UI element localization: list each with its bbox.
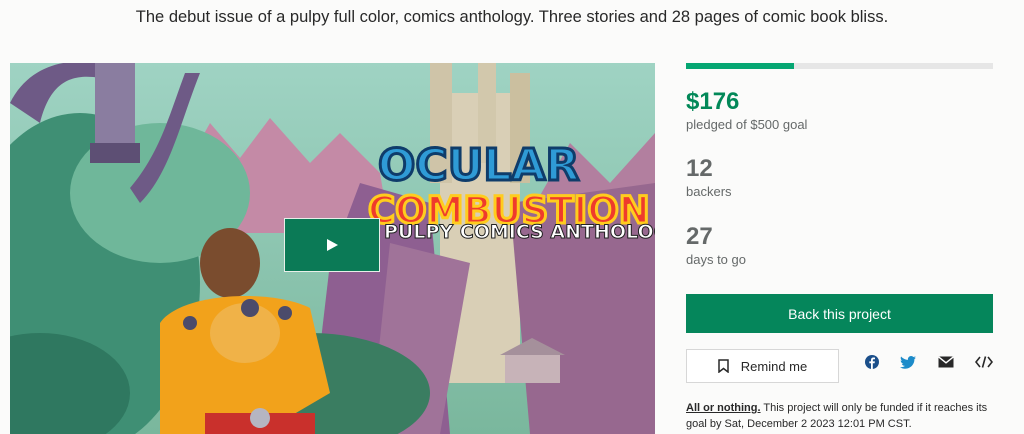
pledged-amount: $176 — [686, 88, 740, 115]
play-icon — [327, 239, 338, 251]
twitter-icon[interactable] — [899, 353, 917, 371]
funding-progress-bar — [686, 63, 993, 69]
days-count: 27 — [686, 223, 713, 250]
bookmark-icon — [718, 359, 729, 373]
project-video[interactable]: OCULAR COMBUSTION PULPY COMICS ANTHOLOGY — [10, 63, 655, 434]
remind-me-label: Remind me — [740, 358, 808, 374]
funding-progress-fill — [686, 63, 795, 69]
cover-title-line1: OCULAR — [378, 140, 579, 191]
play-button[interactable] — [284, 218, 380, 272]
pledged-stat: $176 pledged of $500 goal — [686, 88, 807, 134]
backers-count: 12 — [686, 155, 713, 182]
project-blurb: The debut issue of a pulpy full color, c… — [135, 8, 889, 26]
pledged-label: pledged of $500 goal — [686, 117, 808, 132]
back-project-button[interactable]: Back this project — [686, 294, 993, 333]
cover-subtitle: PULPY COMICS ANTHOLOGY — [384, 221, 655, 243]
facebook-icon[interactable] — [863, 353, 881, 371]
backers-label: backers — [686, 184, 732, 199]
embed-icon[interactable] — [975, 353, 993, 371]
days-stat: 27 days to go — [686, 223, 746, 269]
backers-stat: 12 backers — [686, 155, 732, 201]
funding-terms: All or nothing. This project will only b… — [686, 400, 993, 432]
email-icon[interactable] — [937, 353, 955, 371]
days-label: days to go — [686, 252, 746, 267]
remind-me-button[interactable]: Remind me — [686, 349, 839, 383]
all-or-nothing-link[interactable]: All or nothing. — [686, 402, 761, 414]
